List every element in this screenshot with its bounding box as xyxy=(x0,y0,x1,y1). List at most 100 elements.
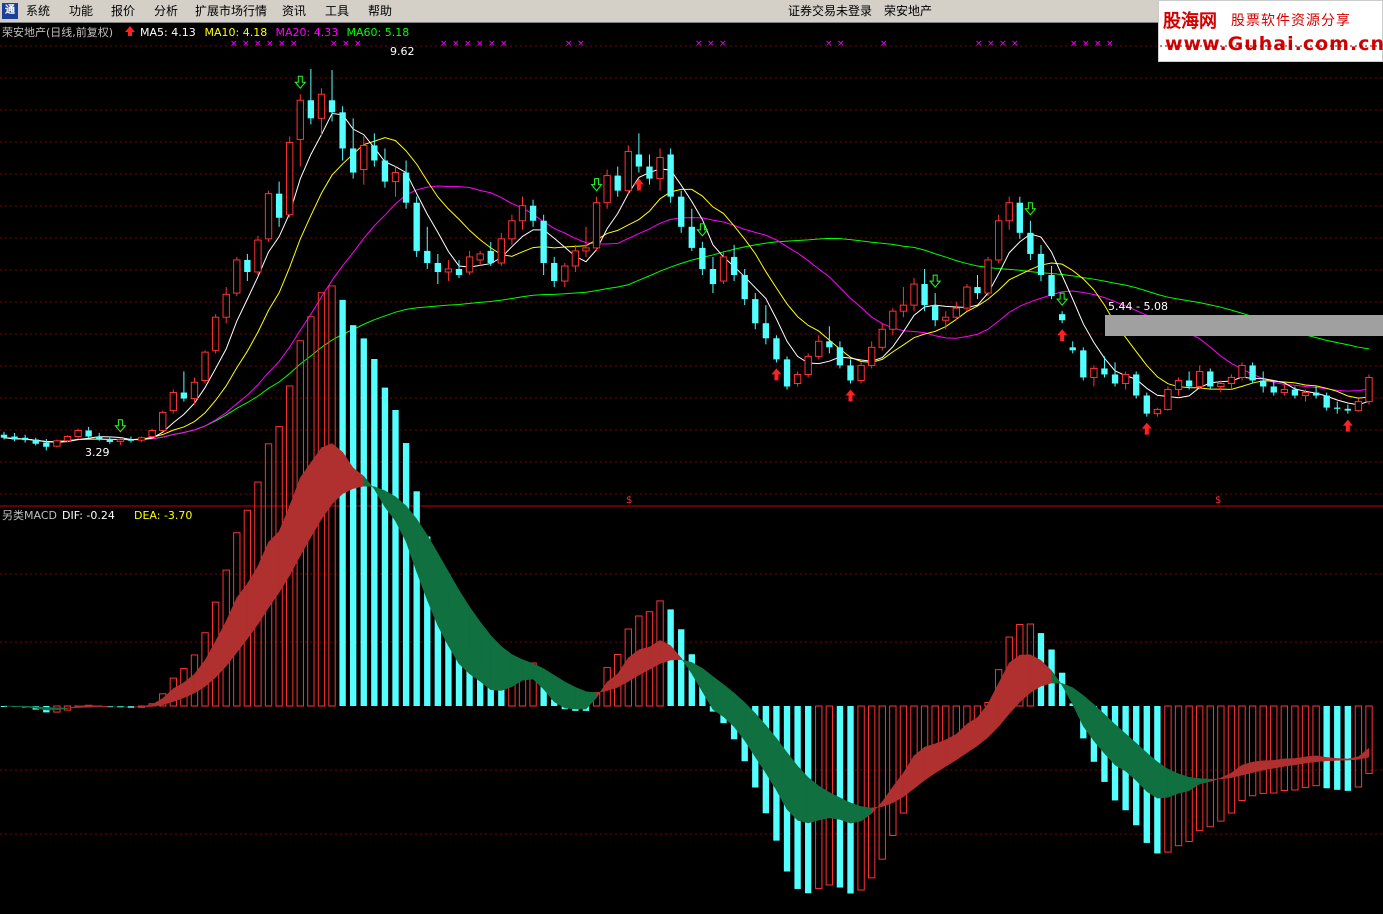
macd-bar xyxy=(678,629,685,706)
candle-body xyxy=(1334,407,1341,409)
macd-ribbon xyxy=(14,705,26,708)
macd-bar xyxy=(847,706,854,894)
app-logo-icon[interactable]: 通 xyxy=(2,3,18,19)
login-status[interactable]: 证券交易未登录 xyxy=(788,0,872,22)
macd-ribbon xyxy=(945,733,957,767)
macd-ribbon xyxy=(1337,758,1349,761)
top-marker: × xyxy=(278,39,286,49)
candle-body xyxy=(1090,367,1098,378)
candle-body xyxy=(974,287,981,294)
candle-body xyxy=(487,250,494,263)
top-marker: × xyxy=(975,39,983,49)
candle-body xyxy=(190,381,199,400)
high-price-label: 9.62 xyxy=(390,45,415,58)
candle-body xyxy=(836,347,844,366)
top-marker: × xyxy=(242,39,250,49)
candle-body xyxy=(857,364,865,381)
macd-ribbon xyxy=(268,530,280,609)
macd-bar xyxy=(1185,705,1193,843)
candle-body xyxy=(1291,389,1299,396)
candle-body xyxy=(169,392,177,412)
candle-body xyxy=(1005,202,1013,222)
top-marker: × xyxy=(1082,39,1090,49)
macd-ribbon xyxy=(46,707,58,711)
macd-ribbon xyxy=(501,645,513,691)
price-range-box xyxy=(1105,315,1383,336)
candle-body xyxy=(1238,364,1246,378)
macd-bar xyxy=(1196,705,1204,832)
candle-body xyxy=(1143,395,1150,414)
macd-ribbon xyxy=(987,683,999,738)
candle-body xyxy=(963,286,971,309)
macd-ribbon xyxy=(1305,755,1317,764)
dea-label: DEA: -3.70 xyxy=(134,509,192,522)
candle-body xyxy=(1037,253,1045,276)
top-marker: × xyxy=(719,39,727,49)
macd-ribbon xyxy=(56,707,68,711)
macd-ribbon xyxy=(183,673,195,699)
candle-body xyxy=(413,202,420,251)
macd-ribbon xyxy=(934,739,946,774)
candle-body xyxy=(1249,365,1256,381)
candle-body xyxy=(804,355,812,375)
candle-body xyxy=(476,253,484,261)
top-marker: × xyxy=(987,39,995,49)
menu-item-news[interactable]: 资讯 xyxy=(282,0,306,22)
candle-body xyxy=(847,365,854,381)
macd-ribbon xyxy=(511,654,523,688)
candle-body xyxy=(826,341,833,348)
menu-item-help[interactable]: 帮助 xyxy=(368,0,392,22)
menu-item-analysis[interactable]: 分析 xyxy=(154,0,178,22)
candle-body xyxy=(1069,347,1076,351)
candle-body xyxy=(74,430,82,438)
candle-body xyxy=(793,373,802,384)
top-marker: × xyxy=(999,39,1007,49)
top-marker: × xyxy=(825,39,833,49)
ma60-line xyxy=(3,237,1370,443)
macd-ribbon xyxy=(522,659,534,681)
chart-area[interactable]: × × × × × × × × × × × × × × × × × × × × × × × × × × × × × × × 荣安地产(日线,前… xyxy=(0,22,1383,914)
macd-bar xyxy=(1334,706,1341,790)
candle-body xyxy=(551,262,558,282)
candle-body xyxy=(180,392,188,399)
macd-ribbon xyxy=(606,673,618,692)
sell-arrow-icon xyxy=(590,178,603,192)
macd-ribbon xyxy=(77,705,89,708)
top-marker: × xyxy=(707,39,715,49)
top-marker: × xyxy=(330,39,338,49)
menu-item-extended-market[interactable]: 扩展市场行情 xyxy=(195,0,267,22)
candle-body xyxy=(624,150,632,192)
macd-ribbon xyxy=(24,706,36,709)
menu-item-quote[interactable]: 报价 xyxy=(111,0,135,22)
candle-body xyxy=(254,239,262,273)
macd-ribbon xyxy=(1030,654,1042,694)
macd-ribbon xyxy=(956,723,968,761)
candle-body xyxy=(762,323,770,339)
candle-body xyxy=(1058,314,1066,321)
macd-ribbon xyxy=(300,461,312,557)
range-label: 5.44 - 5.08 xyxy=(1108,300,1168,313)
macd-ribbon xyxy=(913,746,925,790)
candle-body xyxy=(921,284,928,306)
macd-bar xyxy=(868,705,876,879)
sell-arrow-icon xyxy=(1024,202,1037,216)
macd-bar xyxy=(360,338,367,706)
candle-body xyxy=(878,328,886,348)
macd-ribbon xyxy=(638,646,650,676)
menu-item-system[interactable]: 系统 xyxy=(26,0,50,22)
candle-body xyxy=(21,437,29,441)
macd-ribbon xyxy=(1294,756,1306,766)
candle-body xyxy=(773,338,780,360)
macd-ribbon xyxy=(321,443,333,521)
macd-bar xyxy=(402,443,410,706)
candle-body xyxy=(53,440,61,447)
candle-body xyxy=(815,340,823,357)
candle-body xyxy=(328,100,336,113)
macd-bar xyxy=(1354,705,1363,788)
candle-body xyxy=(994,220,1003,261)
menu-item-tools[interactable]: 工具 xyxy=(325,0,349,22)
macd-bar xyxy=(889,705,897,836)
ma5-line xyxy=(3,112,1370,443)
top-marker: × xyxy=(695,39,703,49)
menu-item-function[interactable]: 功能 xyxy=(69,0,93,22)
